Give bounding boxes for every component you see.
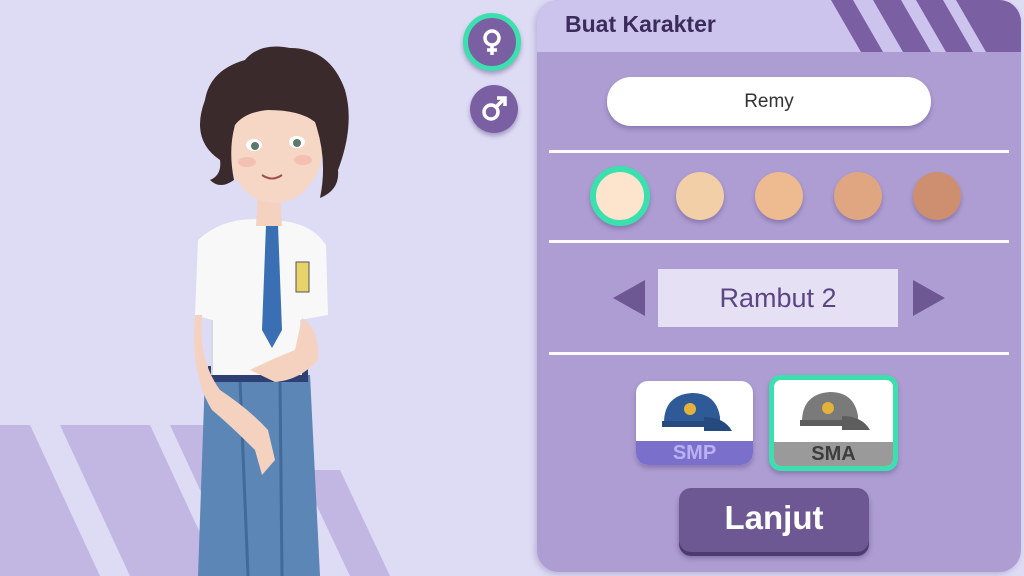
smp-label: SMP — [636, 441, 753, 465]
character-creation-panel: Buat Karakter Rambut 2 SMP — [537, 0, 1021, 572]
section-divider — [549, 240, 1009, 243]
triangle-left-icon[interactable] — [609, 278, 649, 318]
skin-tone-swatch[interactable] — [676, 172, 724, 220]
skin-tone-swatch[interactable] — [913, 172, 961, 220]
school-cap-icon — [800, 392, 870, 430]
triangle-right-icon[interactable] — [909, 278, 949, 318]
school-level-smp-option[interactable]: SMP — [636, 381, 753, 465]
skin-tone-swatch[interactable] — [755, 172, 803, 220]
sma-label: SMA — [774, 442, 893, 466]
hair-style-label: Rambut 2 — [658, 269, 898, 327]
school-level-sma-option[interactable]: SMA — [769, 375, 898, 471]
male-symbol-icon — [482, 96, 507, 121]
panel-title: Buat Karakter — [565, 11, 716, 37]
male-gender-button[interactable] — [470, 85, 518, 133]
school-cap-icon — [662, 393, 732, 431]
section-divider — [549, 150, 1009, 153]
character-name-input[interactable] — [607, 77, 931, 126]
section-divider — [549, 352, 1009, 355]
next-button[interactable]: Lanjut — [679, 488, 869, 552]
header-stripes-decoration — [831, 0, 1021, 52]
character-illustration — [194, 46, 349, 576]
skin-tone-swatch[interactable] — [834, 172, 882, 220]
female-symbol-icon — [483, 29, 501, 55]
female-gender-button[interactable] — [463, 13, 521, 71]
panel-header: Buat Karakter — [537, 0, 1021, 52]
skin-tone-swatch[interactable] — [590, 166, 650, 226]
